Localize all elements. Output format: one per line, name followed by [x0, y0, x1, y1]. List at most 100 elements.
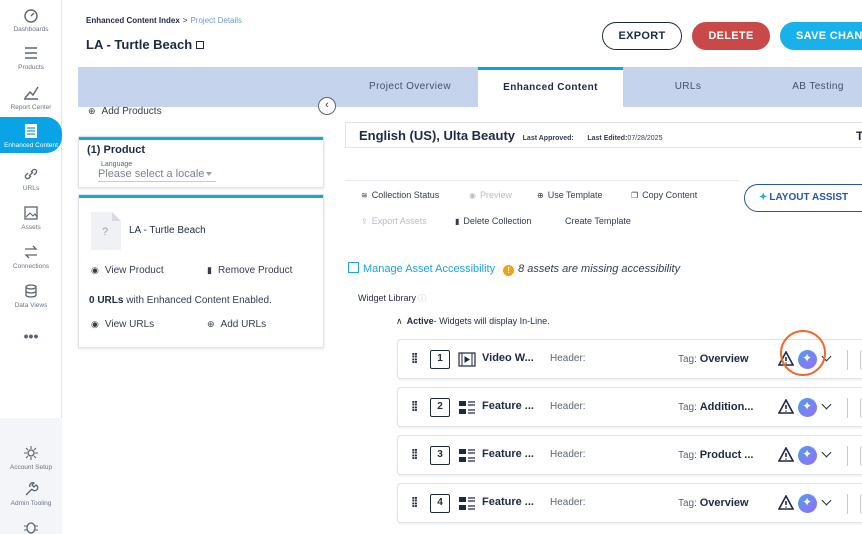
- create-template-button[interactable]: Create Template: [565, 216, 631, 226]
- ai-assist-icon[interactable]: [798, 494, 817, 513]
- ai-assist-icon[interactable]: [798, 398, 817, 417]
- drag-handle-icon[interactable]: ⁞⁞: [411, 446, 418, 462]
- view-product-link[interactable]: ◉ View Product: [91, 265, 164, 276]
- eye-icon: ◉: [91, 265, 99, 275]
- nav-urls[interactable]: URLs: [0, 165, 62, 192]
- locale-bar: English (US), Ulta Beauty Last Approved:…: [345, 122, 862, 148]
- chevron-down-icon[interactable]: [821, 495, 832, 506]
- delete-collection-button[interactable]: ▮ Delete Collection: [455, 216, 531, 226]
- manage-accessibility-link[interactable]: Manage Asset Accessibility: [363, 263, 495, 275]
- locale-title: English (US), Ulta Beauty Last Approved:…: [359, 128, 662, 143]
- info-icon[interactable]: ⓘ: [418, 294, 426, 303]
- ai-assist-icon[interactable]: [798, 446, 817, 465]
- nav-admin-tooling[interactable]: Admin Tooling: [0, 480, 62, 507]
- chevron-down-icon[interactable]: [821, 399, 832, 410]
- active-section-toggle[interactable]: ∧ Active- Widgets will display In-Line.: [396, 316, 550, 327]
- nav-label: Report Center: [10, 104, 52, 111]
- warning-triangle-icon[interactable]: [778, 495, 794, 511]
- widget-name: Feature ...: [482, 448, 534, 460]
- collection-status-button[interactable]: ≋ Collection Status: [361, 190, 439, 200]
- eye-icon: ◉: [91, 319, 99, 329]
- product-thumbnail: ?: [91, 212, 121, 250]
- chevron-up-icon: ∧: [396, 316, 403, 326]
- tag-label: Tag:: [678, 402, 700, 413]
- bug-icon[interactable]: [0, 518, 62, 534]
- tag-value: Overview: [699, 497, 749, 509]
- divider: [847, 350, 848, 370]
- language-label: Language: [101, 161, 133, 168]
- account-setup-icon: [24, 446, 38, 460]
- copy-icon: ❐: [631, 191, 639, 200]
- view-urls-link[interactable]: ◉ View URLs: [91, 319, 154, 330]
- tab-urls[interactable]: URLs: [623, 67, 753, 107]
- last-edited: Last Edited:07/28/2025: [587, 135, 662, 142]
- tag-value: Addition...: [699, 401, 754, 413]
- nav-report-center[interactable]: Report Center: [0, 84, 62, 111]
- nav-label: Data Views: [14, 302, 48, 309]
- warning-triangle-icon[interactable]: [778, 447, 794, 463]
- plus-circle-icon: ⊕: [88, 106, 96, 116]
- add-products-link[interactable]: ⊕ Add Products: [88, 106, 162, 117]
- collapse-panel-button[interactable]: ‹: [318, 97, 336, 115]
- external-link-icon[interactable]: [196, 41, 205, 49]
- report-icon: [24, 86, 39, 100]
- tag-label: Tag:: [678, 498, 700, 509]
- edit-icon: [348, 262, 359, 273]
- database-icon: [25, 284, 37, 298]
- last-edited-label: Last Edited:: [587, 135, 628, 142]
- export-assets-button[interactable]: ⇪ Export Assets: [361, 216, 427, 226]
- widget-row[interactable]: ⁞⁞ 3 Feature ... Header: Tag: Product ..…: [397, 435, 862, 475]
- widget-tag: Tag: Addition...: [678, 401, 753, 413]
- enhanced-content-icon: [25, 124, 37, 138]
- nav-label: Assets: [21, 224, 41, 231]
- tab-ab-testing[interactable]: AB Testing: [758, 67, 862, 107]
- plus-circle-icon: ⊕: [207, 319, 215, 329]
- save-changes-button[interactable]: SAVE CHAN: [780, 22, 862, 50]
- chevron-down-icon[interactable]: [821, 447, 832, 458]
- last-edited-value: 07/28/2025: [627, 135, 663, 142]
- tag-value: Overview: [699, 353, 749, 365]
- breadcrumb-parent[interactable]: Enhanced Content Index: [86, 16, 180, 25]
- language-placeholder: Please select a locale: [98, 168, 205, 180]
- nav-account-setup[interactable]: Account Setup: [0, 444, 62, 471]
- nav-connections[interactable]: Connections: [0, 243, 62, 270]
- nav-products[interactable]: Products: [0, 44, 62, 71]
- dashboard-icon: [24, 9, 38, 23]
- widget-number: 3: [430, 446, 450, 465]
- nav-data-views[interactable]: Data Views: [0, 282, 62, 309]
- layout-assist-button[interactable]: ✦ LAYOUT ASSIST: [744, 184, 862, 212]
- drag-handle-icon[interactable]: ⁞⁞: [411, 350, 418, 366]
- accessibility-row: Manage Asset Accessibility! 8 assets are …: [348, 262, 680, 276]
- divider: [847, 398, 848, 418]
- thumbnail-fold: [112, 212, 121, 221]
- nav-dashboards[interactable]: Dashboards: [0, 6, 62, 33]
- delete-button[interactable]: DELETE: [692, 22, 770, 50]
- use-template-button[interactable]: ⊕ Use Template: [537, 190, 603, 200]
- warning-triangle-icon[interactable]: [778, 399, 794, 415]
- drag-handle-icon[interactable]: ⁞⁞: [411, 494, 418, 510]
- tag-label: Tag:: [678, 354, 700, 365]
- nav-enhanced-content[interactable]: Enhanced Content: [0, 117, 62, 153]
- copy-content-button[interactable]: ❐ Copy Content: [631, 190, 697, 200]
- preview-label: Preview: [479, 190, 512, 200]
- locale-name: English (US), Ulta Beauty: [359, 128, 516, 143]
- divider: [847, 494, 848, 514]
- preview-button[interactable]: ◉ Preview: [469, 190, 512, 200]
- tab-project-overview[interactable]: Project Overview: [344, 67, 476, 107]
- add-urls-link[interactable]: ⊕ Add URLs: [207, 319, 266, 330]
- drag-handle-icon[interactable]: ⁞⁞: [411, 398, 418, 414]
- nav-assets[interactable]: Assets: [0, 204, 62, 231]
- tag-value: Product ...: [699, 449, 754, 461]
- more-icon[interactable]: •••: [0, 328, 62, 344]
- card-accent-line: [79, 137, 323, 140]
- widget-row[interactable]: ⁞⁞ 4 Feature ... Header: Tag: Overview: [397, 483, 862, 523]
- nav-label: URLs: [22, 185, 40, 192]
- language-select[interactable]: Please select a locale: [98, 168, 216, 182]
- widget-number: 1: [430, 350, 450, 369]
- widget-row[interactable]: ⁞⁞ 2 Feature ... Header: Tag: Addition..…: [397, 387, 862, 427]
- export-button[interactable]: EXPORT: [602, 22, 682, 50]
- remove-product-link[interactable]: ▮ Remove Product: [207, 265, 292, 276]
- more-label: •••: [23, 328, 39, 344]
- caret-down-icon: [206, 172, 212, 176]
- tab-enhanced-content[interactable]: Enhanced Content: [478, 67, 623, 107]
